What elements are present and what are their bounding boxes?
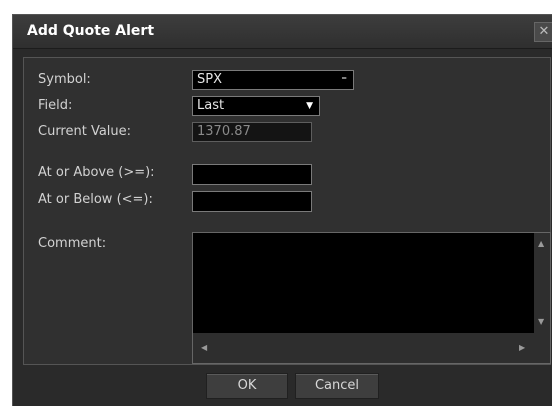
cancel-button[interactable]: Cancel xyxy=(295,373,379,399)
symbol-combobox[interactable]: SPX ⁼ xyxy=(192,70,354,90)
scroll-down-icon[interactable]: ▼ xyxy=(538,317,544,326)
comment-label: Comment: xyxy=(38,236,107,251)
dialog-title: Add Quote Alert xyxy=(27,23,155,39)
field-value: Last xyxy=(197,98,225,113)
scrollbar-corner xyxy=(534,333,550,363)
current-value-text: 1370.87 xyxy=(197,124,251,139)
scroll-up-icon[interactable]: ▲ xyxy=(538,239,544,248)
ok-button[interactable]: OK xyxy=(206,373,288,399)
comment-textarea[interactable]: ▲ ▼ ◀ ▶ xyxy=(192,232,551,364)
symbol-label: Symbol: xyxy=(38,72,91,87)
at-or-above-input[interactable] xyxy=(192,164,312,185)
at-or-below-label: At or Below (<=): xyxy=(38,192,153,207)
symbol-value: SPX xyxy=(197,72,222,87)
vertical-scrollbar[interactable]: ▲ ▼ xyxy=(534,233,550,333)
close-icon[interactable]: ✕ xyxy=(534,22,552,42)
field-label: Field: xyxy=(38,98,73,113)
scroll-right-icon[interactable]: ▶ xyxy=(519,343,525,352)
field-select[interactable]: Last ▼ xyxy=(192,96,320,116)
dropdown-arrow-icon[interactable]: ⁼ xyxy=(341,71,347,89)
alert-form-panel: Symbol: SPX ⁼ Field: Last ▼ Current Valu… xyxy=(23,57,551,365)
dialog-titlebar[interactable]: Add Quote Alert ✕ xyxy=(13,15,552,49)
horizontal-scrollbar[interactable]: ◀ ▶ xyxy=(193,333,536,363)
at-or-above-label: At or Above (>=): xyxy=(38,165,155,180)
add-quote-alert-dialog: Add Quote Alert ✕ Symbol: SPX ⁼ Field: L… xyxy=(12,14,552,406)
current-value-label: Current Value: xyxy=(38,124,132,139)
chevron-down-icon[interactable]: ▼ xyxy=(306,97,313,115)
scroll-left-icon[interactable]: ◀ xyxy=(201,343,207,352)
current-value-field: 1370.87 xyxy=(192,122,312,142)
at-or-below-input[interactable] xyxy=(192,191,312,212)
